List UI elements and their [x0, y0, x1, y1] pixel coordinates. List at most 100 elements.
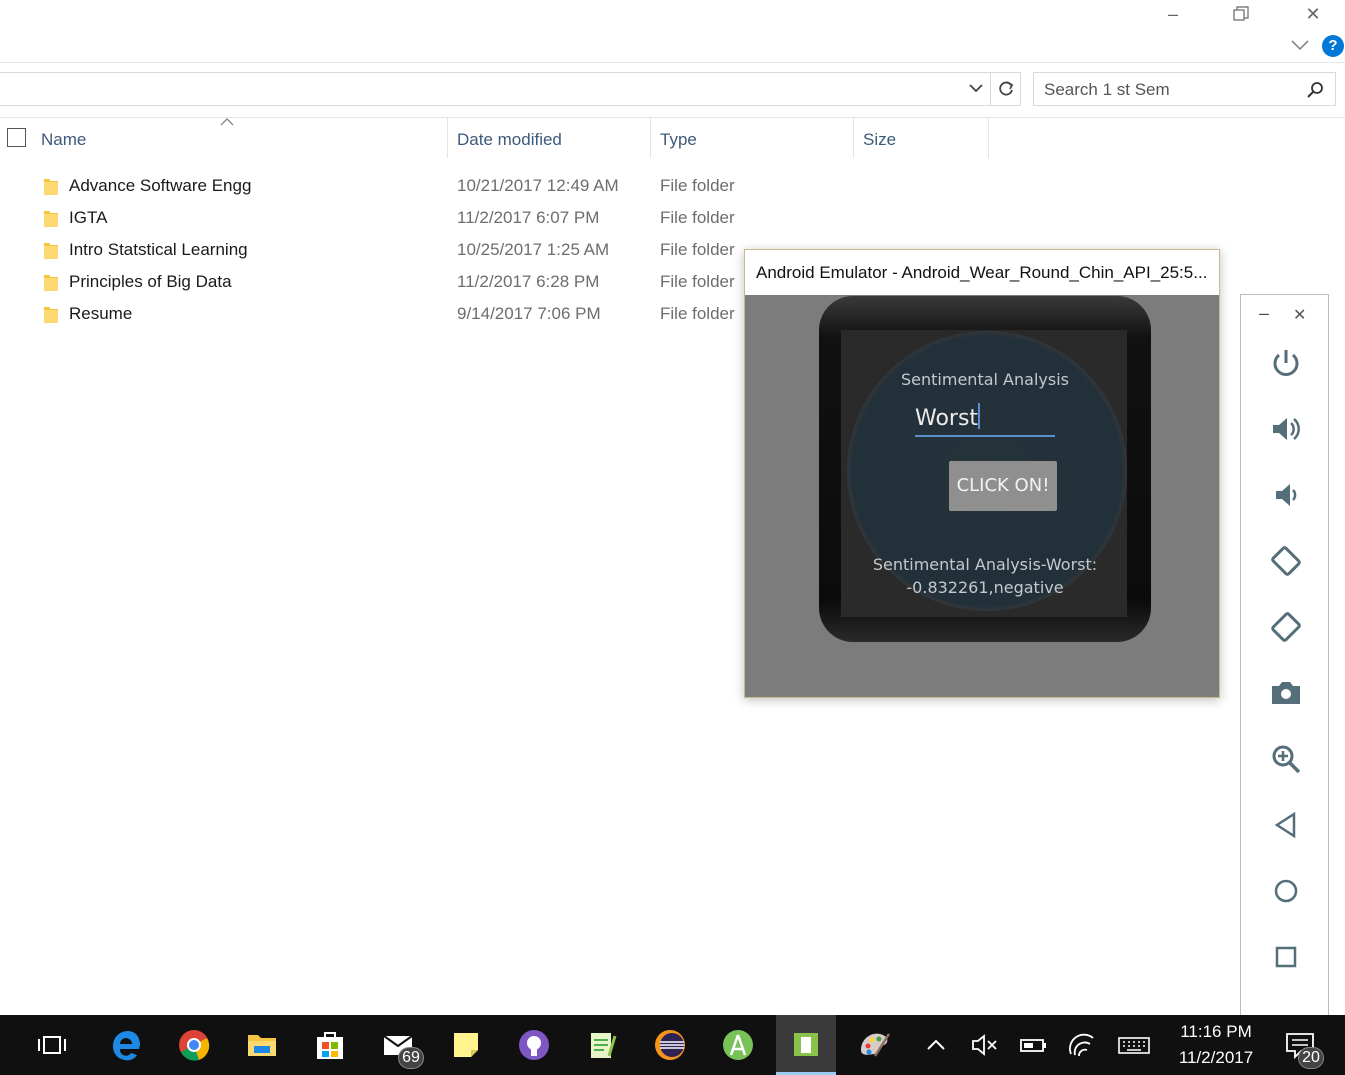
- rotate-left-icon: [1271, 546, 1301, 576]
- file-type: File folder: [660, 176, 735, 195]
- sticky-notes-icon: [454, 1033, 478, 1057]
- camera-icon: [1272, 682, 1300, 704]
- folder-icon: [248, 1035, 276, 1056]
- list-item[interactable]: Intro Statstical Learning 10/25/2017 1:2…: [0, 234, 745, 266]
- select-all-checkbox[interactable]: [7, 128, 26, 147]
- search-input[interactable]: Search 1 st Sem: [1044, 80, 1170, 100]
- task-view-button[interactable]: [22, 1015, 82, 1075]
- eclipse-button[interactable]: [640, 1015, 700, 1075]
- list-item[interactable]: Principles of Big Data 11/2/2017 6:28 PM…: [0, 266, 745, 298]
- battery-icon: [1020, 1039, 1046, 1052]
- file-type: File folder: [660, 240, 735, 259]
- store-button[interactable]: [300, 1015, 360, 1075]
- volume-up-icon: [1273, 418, 1300, 440]
- rotate-left-button[interactable]: [1266, 541, 1306, 581]
- chrome-icon: [179, 1030, 210, 1061]
- notepad-icon: [591, 1033, 617, 1058]
- volume-down-button[interactable]: [1266, 475, 1306, 515]
- column-separator[interactable]: [447, 118, 448, 158]
- minimize-button[interactable]: –: [1150, 0, 1196, 28]
- folder-icon: [44, 179, 58, 195]
- github-button[interactable]: [504, 1015, 564, 1075]
- clock-date: 11/2/2017: [1178, 1048, 1254, 1067]
- column-header-date[interactable]: Date modified: [457, 130, 562, 150]
- screenshot-button[interactable]: [1266, 673, 1306, 713]
- paint-button[interactable]: [844, 1015, 904, 1075]
- ribbon-divider: [0, 62, 1345, 63]
- list-item[interactable]: Resume 9/14/2017 7:06 PM File folder: [0, 298, 745, 330]
- mail-button[interactable]: 69: [368, 1015, 428, 1075]
- volume-muted-icon: [972, 1034, 997, 1056]
- file-date: 10/21/2017 12:49 AM: [457, 176, 619, 195]
- wifi-icon: [1069, 1033, 1094, 1057]
- rotate-right-icon: [1271, 612, 1301, 642]
- clock[interactable]: 11:16 PM 11/2/2017: [1168, 1019, 1264, 1071]
- list-item[interactable]: IGTA 11/2/2017 6:07 PM File folder: [0, 202, 745, 234]
- restore-button[interactable]: [1218, 0, 1264, 28]
- sticky-notes-button[interactable]: [436, 1015, 496, 1075]
- keyboard-tray-button[interactable]: [1104, 1015, 1164, 1075]
- column-header-type[interactable]: Type: [660, 130, 697, 150]
- refresh-icon: [999, 81, 1014, 96]
- address-dropdown[interactable]: [968, 81, 984, 100]
- help-button[interactable]: ?: [1322, 35, 1344, 57]
- mail-badge: 69: [398, 1047, 424, 1069]
- result-line: Sentimental Analysis-Worst:: [872, 555, 1098, 574]
- toolbar-close-button[interactable]: ✕: [1293, 305, 1306, 325]
- chrome-button[interactable]: [164, 1015, 224, 1075]
- overview-button[interactable]: [1266, 937, 1306, 977]
- app-title: Sentimental Analysis: [901, 370, 1069, 389]
- file-type: File folder: [660, 272, 735, 291]
- click-on-button[interactable]: CLICK ON!: [949, 461, 1057, 511]
- rotate-right-button[interactable]: [1266, 607, 1306, 647]
- search-box[interactable]: Search 1 st Sem: [1033, 72, 1336, 106]
- emulator-icon: [794, 1032, 818, 1056]
- emulator-title[interactable]: Android Emulator - Android_Wear_Round_Ch…: [756, 263, 1207, 283]
- column-separator[interactable]: [988, 118, 989, 158]
- emulator-screen[interactable]: Sentimental Analysis Worst CLICK ON! Sen…: [745, 295, 1219, 697]
- store-icon: [317, 1032, 343, 1059]
- edge-button[interactable]: [96, 1015, 156, 1075]
- refresh-button[interactable]: [996, 79, 1016, 104]
- home-button[interactable]: [1266, 871, 1306, 911]
- chevron-down-icon: [969, 84, 983, 93]
- result-text: Sentimental Analysis-Worst: -0.832261,ne…: [855, 553, 1115, 599]
- back-button[interactable]: [1266, 805, 1306, 845]
- taskbar: 69 11:16 PM 11/2/2017 20: [0, 1015, 1345, 1075]
- volume-up-button[interactable]: [1266, 409, 1306, 449]
- sentiment-input-value: Worst: [915, 406, 979, 431]
- power-button[interactable]: [1266, 343, 1306, 383]
- header-divider: [0, 117, 1345, 118]
- window-controls: – ✕: [1150, 0, 1345, 30]
- emulator-taskbar-button[interactable]: [776, 1015, 836, 1075]
- close-button[interactable]: ✕: [1290, 0, 1336, 28]
- file-explorer-button[interactable]: [232, 1015, 292, 1075]
- address-bar[interactable]: [0, 72, 1021, 106]
- power-icon: [1273, 350, 1299, 376]
- notification-badge: 20: [1298, 1047, 1324, 1069]
- sort-ascending-icon: [220, 118, 234, 126]
- column-separator[interactable]: [650, 118, 651, 158]
- search-icon[interactable]: [1306, 80, 1326, 100]
- sentiment-input[interactable]: Worst: [915, 403, 1055, 437]
- file-type: File folder: [660, 208, 735, 227]
- zoom-button[interactable]: [1266, 739, 1306, 779]
- column-header-name[interactable]: Name: [41, 130, 86, 150]
- column-header-size[interactable]: Size: [863, 130, 896, 150]
- android-studio-button[interactable]: [708, 1015, 768, 1075]
- network-tray-button[interactable]: [1052, 1015, 1112, 1075]
- column-separator[interactable]: [853, 118, 854, 158]
- file-name: Intro Statstical Learning: [69, 240, 248, 259]
- chevron-down-icon: [1291, 40, 1309, 51]
- notepad-button[interactable]: [572, 1015, 632, 1075]
- file-name: Resume: [69, 304, 133, 323]
- result-line: -0.832261,negative: [906, 578, 1064, 597]
- action-center-button[interactable]: 20: [1270, 1015, 1330, 1075]
- emulator-window: Android Emulator - Android_Wear_Round_Ch…: [744, 249, 1220, 698]
- toolbar-minimize-button[interactable]: –: [1259, 303, 1269, 324]
- expand-ribbon-button[interactable]: [1290, 38, 1310, 57]
- list-item[interactable]: Advance Software Engg 10/21/2017 12:49 A…: [0, 170, 745, 202]
- folder-icon: [44, 307, 58, 323]
- text-caret: [978, 403, 981, 429]
- clock-time: 11:16 PM: [1180, 1022, 1252, 1041]
